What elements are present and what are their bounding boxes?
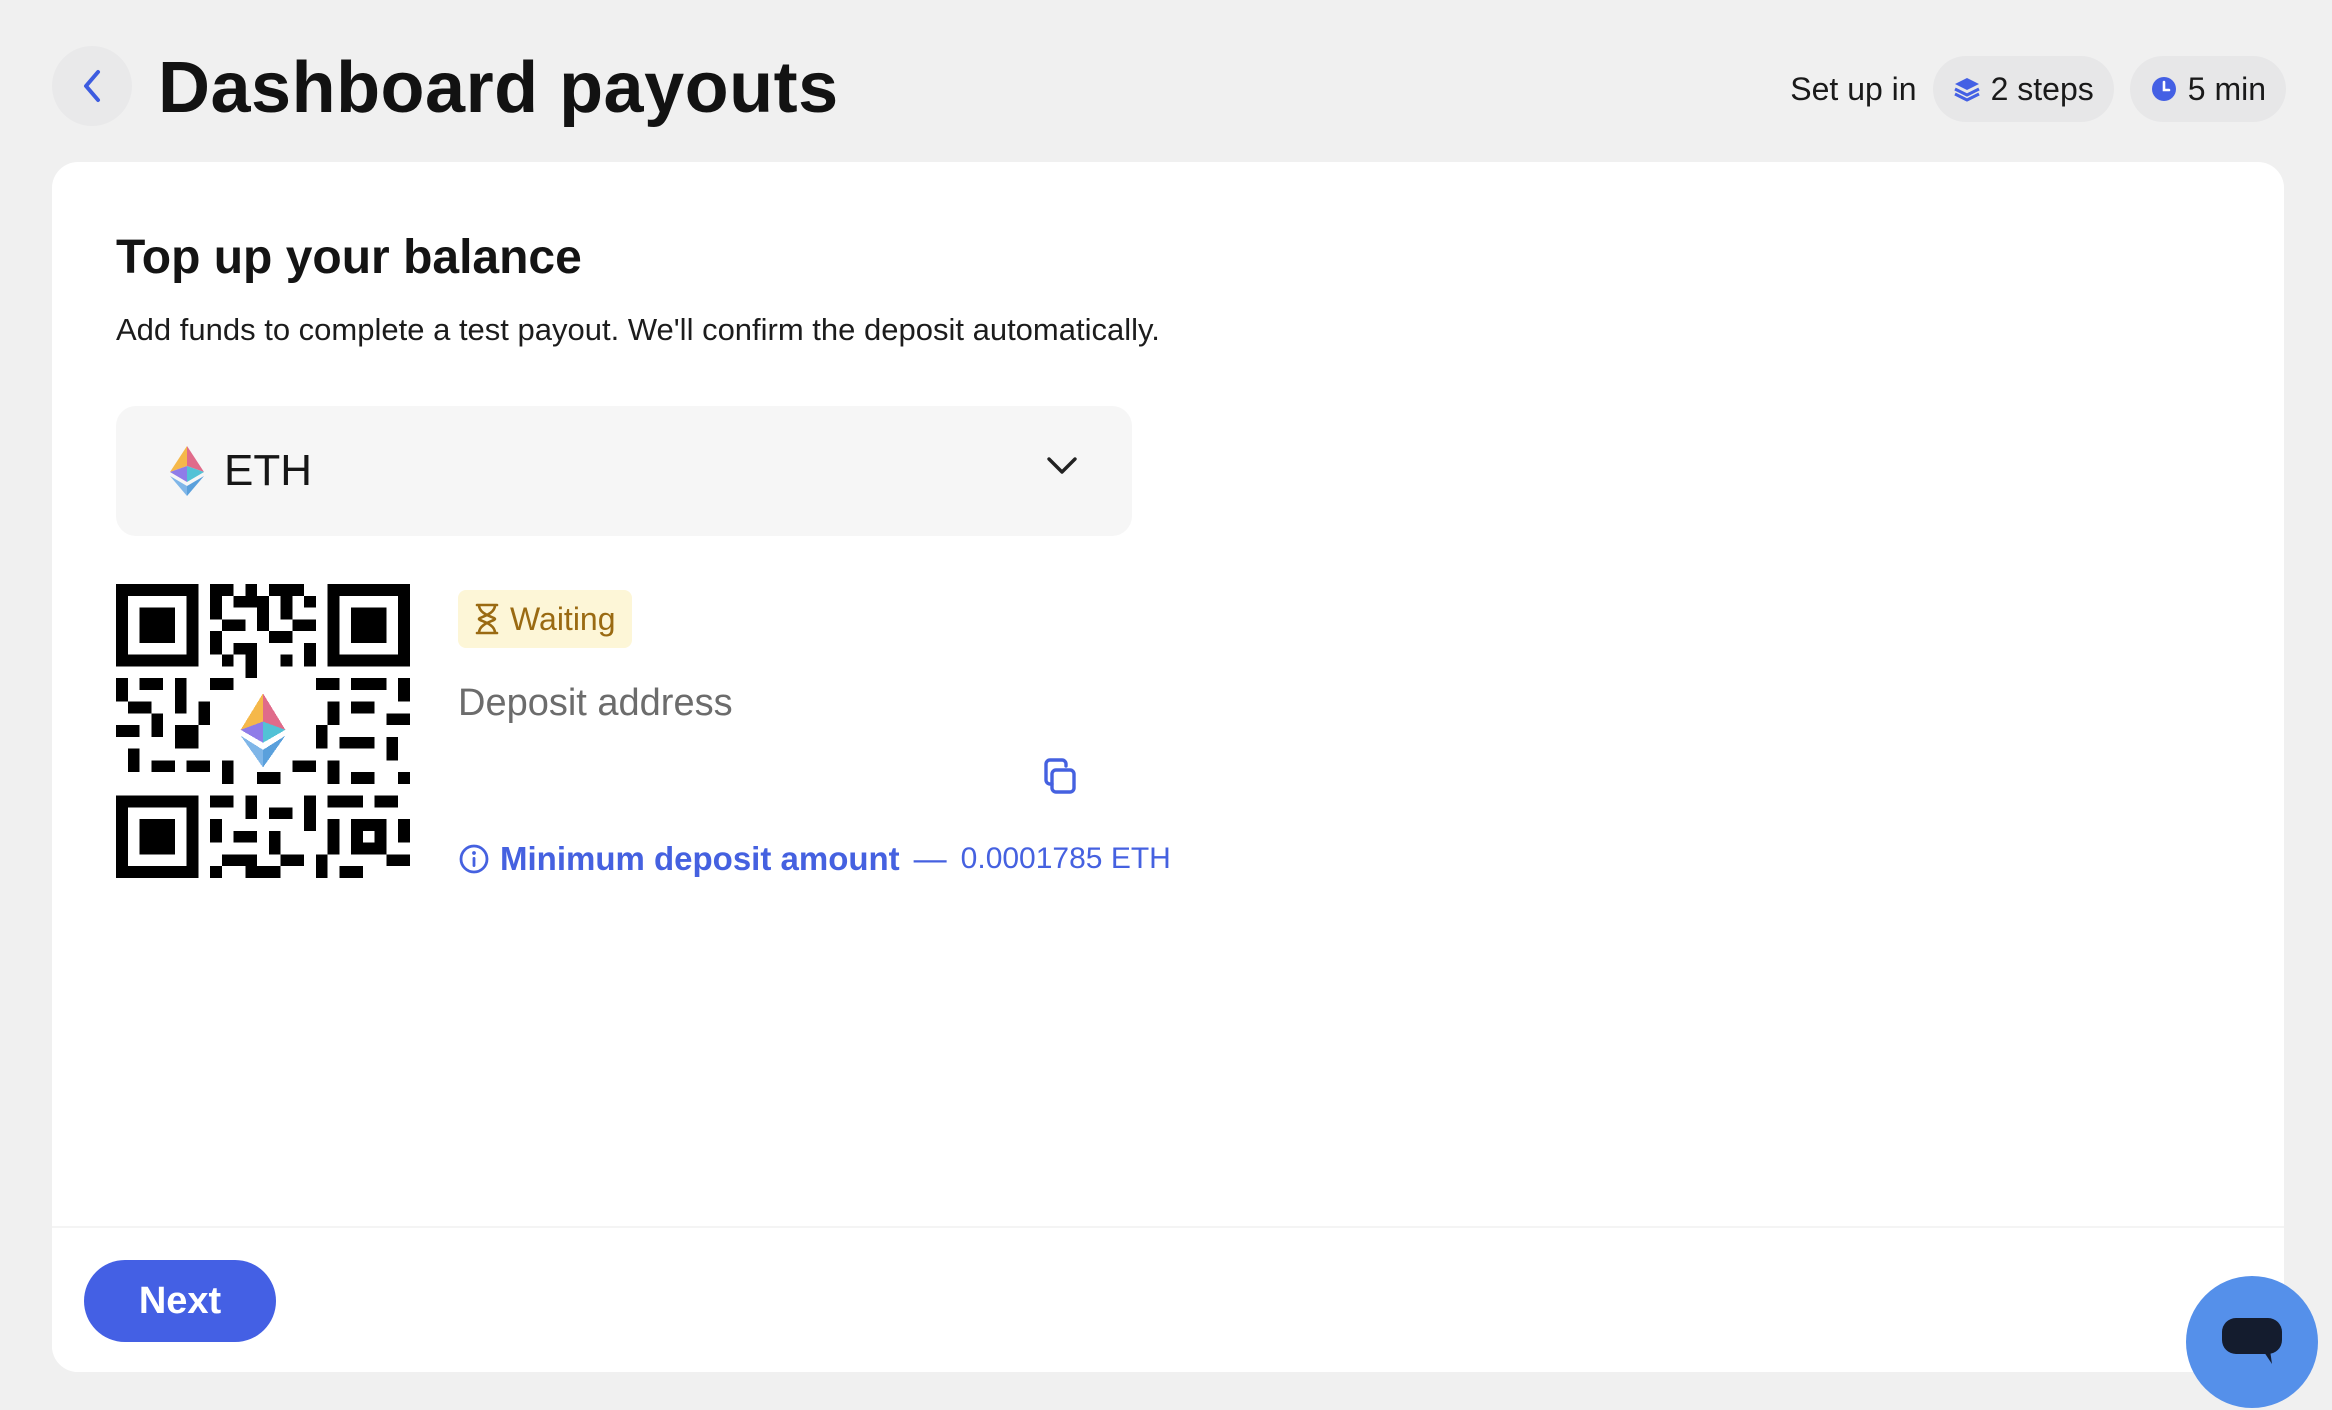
page-header: Dashboard payouts Set up in 2 steps 5 mi…	[0, 0, 2332, 162]
copy-icon	[1044, 758, 1076, 794]
currency-select[interactable]: ETH	[116, 406, 1132, 536]
currency-label: ETH	[224, 446, 312, 495]
card-footer	[52, 1226, 2284, 1372]
page-title: Dashboard payouts	[158, 48, 839, 128]
layers-icon	[1953, 78, 1980, 102]
setup-label: Set up in	[1790, 70, 1917, 107]
chat-icon	[2222, 1318, 2282, 1364]
hourglass-icon	[475, 603, 499, 635]
back-button[interactable]	[52, 46, 132, 126]
deposit-qr-code	[116, 584, 410, 878]
setup-card: Top up your balance Add funds to complet…	[52, 162, 2284, 1372]
copy-address-button[interactable]	[1038, 756, 1084, 802]
status-label: Waiting	[510, 600, 616, 637]
chevron-down-icon	[1047, 457, 1077, 474]
section-description: Add funds to complete a test payout. We'…	[116, 312, 1160, 347]
minimum-deposit-info: Minimum deposit amount — 0.0001785 ETH	[458, 838, 1171, 880]
status-badge: Waiting	[458, 590, 632, 648]
min-deposit-value: 0.0001785 ETH	[960, 842, 1171, 875]
time-pill: 5 min	[2129, 56, 2286, 122]
info-icon	[459, 844, 489, 874]
clock-icon	[2151, 77, 2176, 101]
ethereum-icon	[170, 446, 204, 496]
steps-pill: 2 steps	[1932, 56, 2114, 122]
time-label: 5 min	[2187, 70, 2266, 107]
chat-button[interactable]	[2186, 1276, 2318, 1408]
steps-label: 2 steps	[1990, 70, 2094, 107]
section-title: Top up your balance	[116, 231, 582, 284]
setup-info: Set up in 2 steps 5 min	[1790, 56, 2286, 122]
next-button[interactable]: Next	[84, 1260, 276, 1342]
deposit-address-label: Deposit address	[458, 682, 733, 724]
min-deposit-label: Minimum deposit amount	[500, 840, 900, 877]
chevron-left-icon	[84, 70, 100, 102]
min-deposit-separator: —	[913, 840, 947, 877]
